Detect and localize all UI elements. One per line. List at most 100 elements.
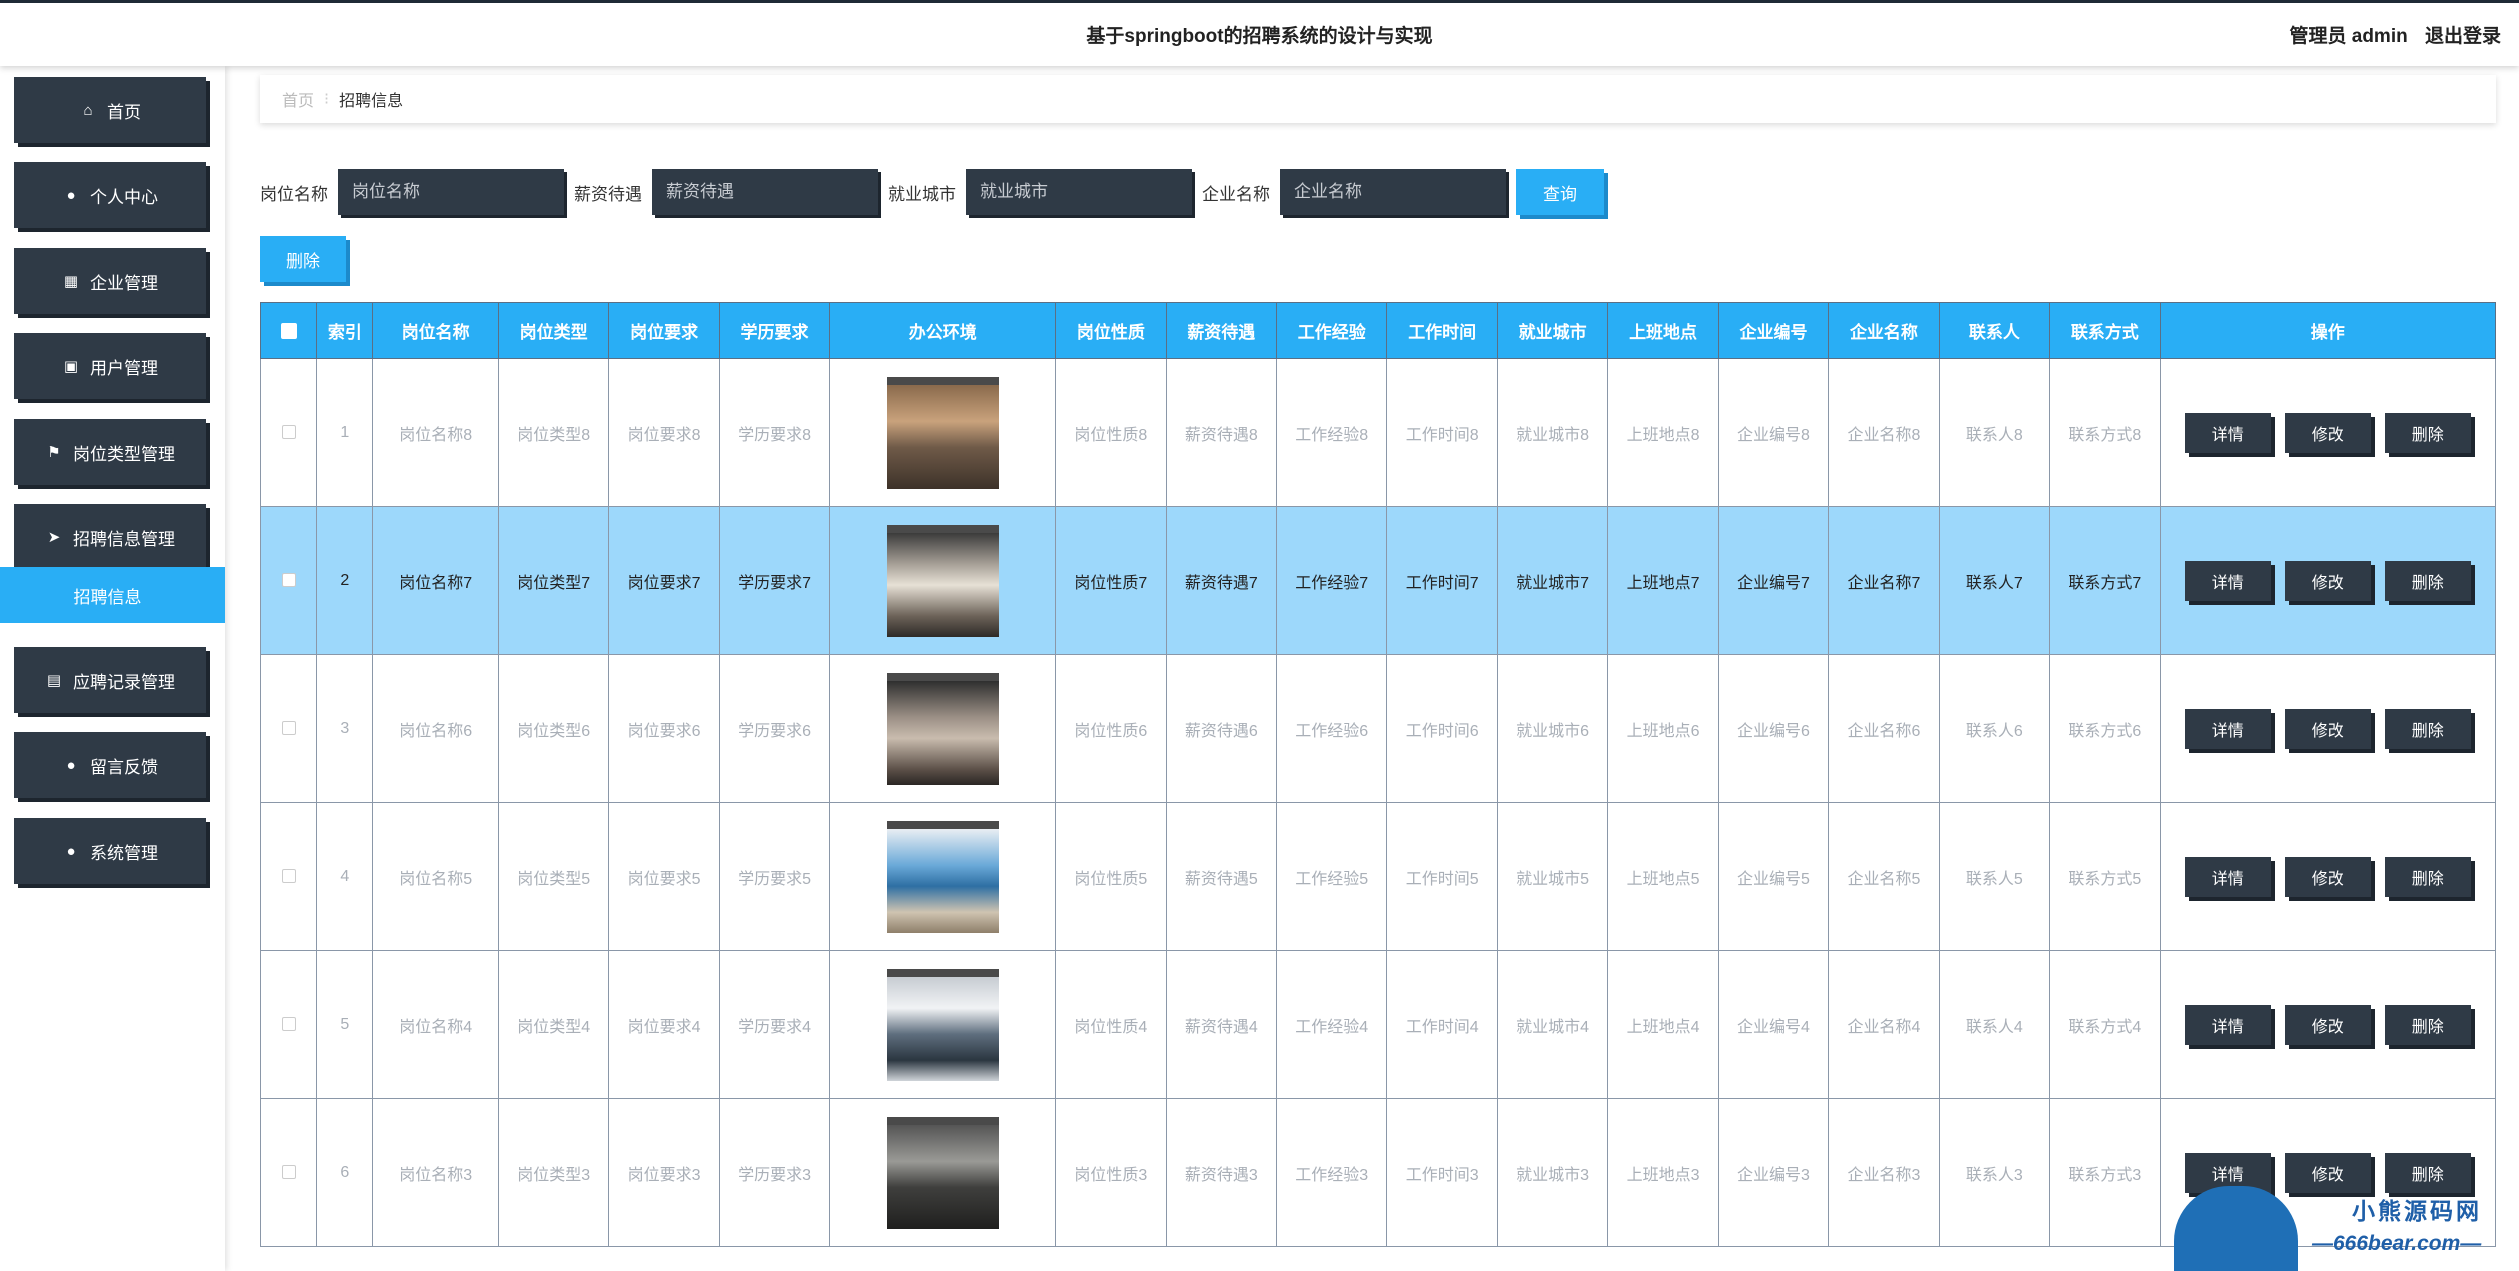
column-header: 办公环境: [829, 302, 1057, 359]
sidebar-item-company[interactable]: ▦ 企业管理: [14, 248, 206, 314]
table-cell: 工作时间3: [1386, 1098, 1498, 1247]
detail-button[interactable]: 详情: [2184, 708, 2271, 749]
sidebar-item-profile[interactable]: ● 个人中心: [14, 162, 206, 228]
edit-button[interactable]: 修改: [2284, 1004, 2371, 1045]
office-photo[interactable]: [886, 376, 999, 489]
detail-button[interactable]: 详情: [2184, 560, 2271, 601]
table-cell: 薪资待遇8: [1165, 358, 1278, 507]
printer-icon: ▤: [46, 672, 62, 689]
office-photo[interactable]: [886, 672, 999, 785]
sidebar-item-label: 首页: [107, 102, 141, 122]
delete-button[interactable]: 删除: [2384, 560, 2471, 601]
table-row[interactable]: 5 岗位名称4 岗位类型4 岗位要求4 学历要求4 岗位性质4 薪资待遇4 工作经验4 工作时间…: [260, 950, 2496, 1099]
row-checkbox[interactable]: [260, 358, 318, 507]
office-photo[interactable]: [886, 524, 999, 637]
table-cell: 企业编号6: [1717, 654, 1830, 803]
sidebar-item-applications[interactable]: ▤ 应聘记录管理: [14, 647, 206, 713]
edit-button[interactable]: 修改: [2284, 708, 2371, 749]
edit-button[interactable]: 修改: [2284, 560, 2371, 601]
table-cell: 企业编号4: [1717, 950, 1830, 1099]
user-icon: ●: [66, 842, 76, 860]
row-checkbox[interactable]: [260, 802, 318, 951]
table-cell: 岗位性质5: [1055, 802, 1167, 951]
detail-button[interactable]: 详情: [2184, 412, 2271, 453]
sidebar: ⌂ 首页 ● 个人中心 ▦ 企业管理 ▣ 用户管理 ⚑ 岗位类型管理 ➤ 招聘信…: [0, 66, 225, 1271]
detail-button[interactable]: 详情: [2184, 1004, 2271, 1045]
sidebar-item-users[interactable]: ▣ 用户管理: [14, 333, 206, 399]
office-photo[interactable]: [886, 1116, 999, 1229]
office-photo-cell: [829, 1098, 1057, 1247]
salary-input[interactable]: [652, 169, 878, 215]
table-row[interactable]: 4 岗位名称5 岗位类型5 岗位要求5 学历要求5 岗位性质5 薪资待遇5 工作经验5 工作时间…: [260, 802, 2496, 951]
table-cell: 联系人3: [1938, 1098, 2051, 1247]
cell-index: 4: [316, 802, 374, 951]
table-cell: 工作经验8: [1276, 358, 1388, 507]
row-checkbox[interactable]: [260, 654, 318, 803]
table-cell: 联系人4: [1938, 950, 2051, 1099]
query-button[interactable]: 查询: [1516, 169, 1604, 215]
row-checkbox[interactable]: [260, 950, 318, 1099]
column-header: 操作: [2159, 302, 2496, 359]
city-input[interactable]: [966, 169, 1192, 215]
app-title: 基于springboot的招聘系统的设计与实现: [1086, 26, 1433, 47]
table-cell: 联系人8: [1938, 358, 2051, 507]
company-name-input[interactable]: [1280, 169, 1506, 215]
table-cell: 岗位要求6: [608, 654, 720, 803]
row-checkbox[interactable]: [260, 1098, 318, 1247]
table-row[interactable]: 3 岗位名称6 岗位类型6 岗位要求6 学历要求6 岗位性质6 薪资待遇6 工作经验6 工作时间…: [260, 654, 2496, 803]
user-icon: ●: [66, 186, 76, 204]
table-cell: 联系方式4: [2049, 950, 2161, 1099]
table-cell: 企业编号8: [1717, 358, 1830, 507]
table-cell: 岗位要求4: [608, 950, 720, 1099]
column-header: 岗位名称: [372, 302, 499, 359]
job-name-label: 岗位名称: [260, 184, 328, 204]
row-checkbox[interactable]: [260, 506, 318, 655]
edit-button[interactable]: 修改: [2284, 856, 2371, 897]
table-row[interactable]: 1 岗位名称8 岗位类型8 岗位要求8 学历要求8 岗位性质8 薪资待遇8 工作经验8 工作时间…: [260, 358, 2496, 507]
table-row[interactable]: 2 岗位名称7 岗位类型7 岗位要求7 学历要求7 岗位性质7 薪资待遇7 工作经验7 工作时间…: [260, 506, 2496, 655]
table-cell: 工作时间6: [1386, 654, 1498, 803]
select-all-checkbox[interactable]: [260, 302, 318, 359]
delete-button[interactable]: 删除: [2384, 412, 2471, 453]
breadcrumb-home[interactable]: 首页: [282, 87, 314, 111]
table-cell: 企业名称8: [1828, 358, 1940, 507]
sidebar-item-system[interactable]: ● 系统管理: [14, 818, 206, 884]
column-header: 工作时间: [1386, 302, 1498, 359]
sidebar-subitem-recruit-info[interactable]: 招聘信息: [0, 567, 225, 623]
table-cell: 工作时间5: [1386, 802, 1498, 951]
column-header: 学历要求: [718, 302, 831, 359]
sidebar-item-home[interactable]: ⌂ 首页: [14, 77, 206, 143]
table-cell: 学历要求4: [718, 950, 831, 1099]
table-cell: 就业城市4: [1496, 950, 1609, 1099]
office-photo[interactable]: [886, 820, 999, 933]
sidebar-item-job-types[interactable]: ⚑ 岗位类型管理: [14, 419, 206, 485]
batch-delete-button[interactable]: 删除: [260, 236, 346, 282]
table-cell: 企业编号5: [1717, 802, 1830, 951]
breadcrumb-separator-icon: ⁝: [324, 91, 330, 108]
column-header: 就业城市: [1496, 302, 1609, 359]
sidebar-item-recruit-info[interactable]: ➤ 招聘信息管理: [14, 504, 206, 570]
office-photo[interactable]: [886, 968, 999, 1081]
table-cell: 薪资待遇4: [1165, 950, 1278, 1099]
job-name-input[interactable]: [338, 169, 564, 215]
table-cell: 联系方式7: [2049, 506, 2161, 655]
table-cell: 联系方式3: [2049, 1098, 2161, 1247]
sidebar-item-label: 招聘信息管理: [73, 529, 175, 549]
detail-button[interactable]: 详情: [2184, 856, 2271, 897]
delete-button[interactable]: 删除: [2384, 856, 2471, 897]
table-cell: 薪资待遇7: [1165, 506, 1278, 655]
table-cell: 企业名称3: [1828, 1098, 1940, 1247]
table-cell: 联系方式5: [2049, 802, 2161, 951]
logout-link[interactable]: 退出登录: [2425, 26, 2501, 47]
sidebar-item-label: 留言反馈: [90, 757, 158, 777]
grid-icon: ▦: [63, 273, 79, 290]
sidebar-item-feedback[interactable]: ● 留言反馈: [14, 732, 206, 798]
sidebar-subitem-label: 招聘信息: [73, 587, 142, 607]
delete-button[interactable]: 删除: [2384, 708, 2471, 749]
delete-button[interactable]: 删除: [2384, 1004, 2471, 1045]
edit-button[interactable]: 修改: [2284, 412, 2371, 453]
table-cell: 岗位要求8: [608, 358, 720, 507]
table-cell: 岗位性质8: [1055, 358, 1167, 507]
table-row[interactable]: 6 岗位名称3 岗位类型3 岗位要求3 学历要求3 岗位性质3 薪资待遇3 工作经验3 工作时间…: [260, 1098, 2496, 1247]
table-cell: 学历要求8: [718, 358, 831, 507]
